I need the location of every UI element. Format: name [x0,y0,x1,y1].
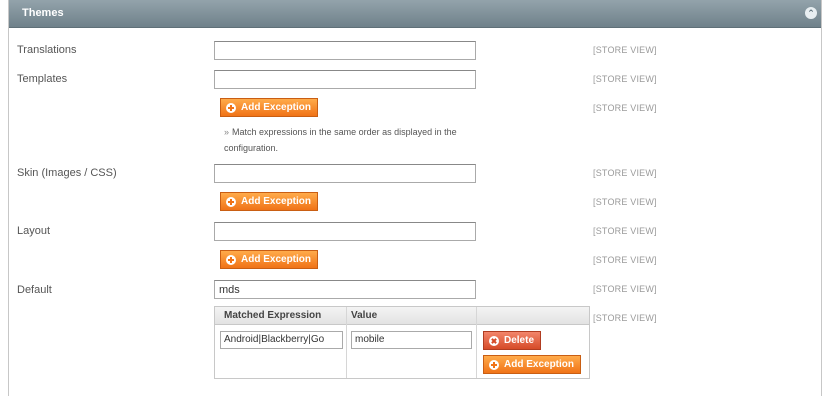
delete-label: Delete [504,335,535,346]
plus-icon [226,254,236,265]
skin-input[interactable] [214,164,476,183]
note-bullet: » [224,127,230,137]
add-exception-label: Add Exception [241,102,312,113]
scope-label: [STORE VIEW] [593,255,657,265]
add-exception-label: Add Exception [504,359,575,370]
column-divider [346,307,347,378]
add-exception-label: Add Exception [241,254,312,265]
translations-input[interactable] [214,41,476,60]
layout-label: Layout [17,225,51,237]
plus-icon [226,196,236,207]
add-exception-label: Add Exception [241,196,312,207]
scope-label: [STORE VIEW] [593,103,657,113]
add-exception-button[interactable]: Add Exception [220,98,319,117]
match-order-note: » Match expressions in the same order as … [224,124,484,156]
add-exception-button[interactable]: Add Exception [220,192,319,211]
plus-icon [226,102,236,113]
value-input[interactable]: mobile [351,331,472,349]
column-header-value: Value [351,310,378,321]
exceptions-table: Matched Expression Value Android|Blackbe… [214,306,590,379]
delete-button[interactable]: Delete [483,331,542,350]
collapse-icon[interactable]: ⌃ [805,7,817,19]
default-label: Default [17,284,52,296]
scope-label: [STORE VIEW] [593,313,657,323]
expression-input[interactable]: Android|Blackberry|Go [220,331,343,349]
translations-label: Translations [17,44,77,56]
templates-input[interactable] [214,70,476,89]
add-exception-button[interactable]: Add Exception [220,250,319,269]
scope-label: [STORE VIEW] [593,284,657,294]
column-divider [476,307,477,378]
scope-label: [STORE VIEW] [593,168,657,178]
scope-label: [STORE VIEW] [593,197,657,207]
column-header-expression: Matched Expression [224,310,322,321]
templates-label: Templates [17,73,68,85]
add-exception-button[interactable]: Add Exception [483,355,582,374]
scope-label: [STORE VIEW] [593,74,657,84]
scope-label: [STORE VIEW] [593,226,657,236]
note-text: Match expressions in the same order as d… [224,127,457,153]
plus-icon [489,359,499,370]
skin-label: Skin (Images / CSS) [17,167,117,179]
default-input[interactable] [214,280,476,299]
delete-icon [489,335,499,346]
section-title: Themes [22,7,64,19]
scope-label: [STORE VIEW] [593,45,657,55]
layout-input[interactable] [214,222,476,241]
section-header[interactable]: Themes ⌃ [9,0,821,28]
table-header: Matched Expression Value [215,307,589,325]
